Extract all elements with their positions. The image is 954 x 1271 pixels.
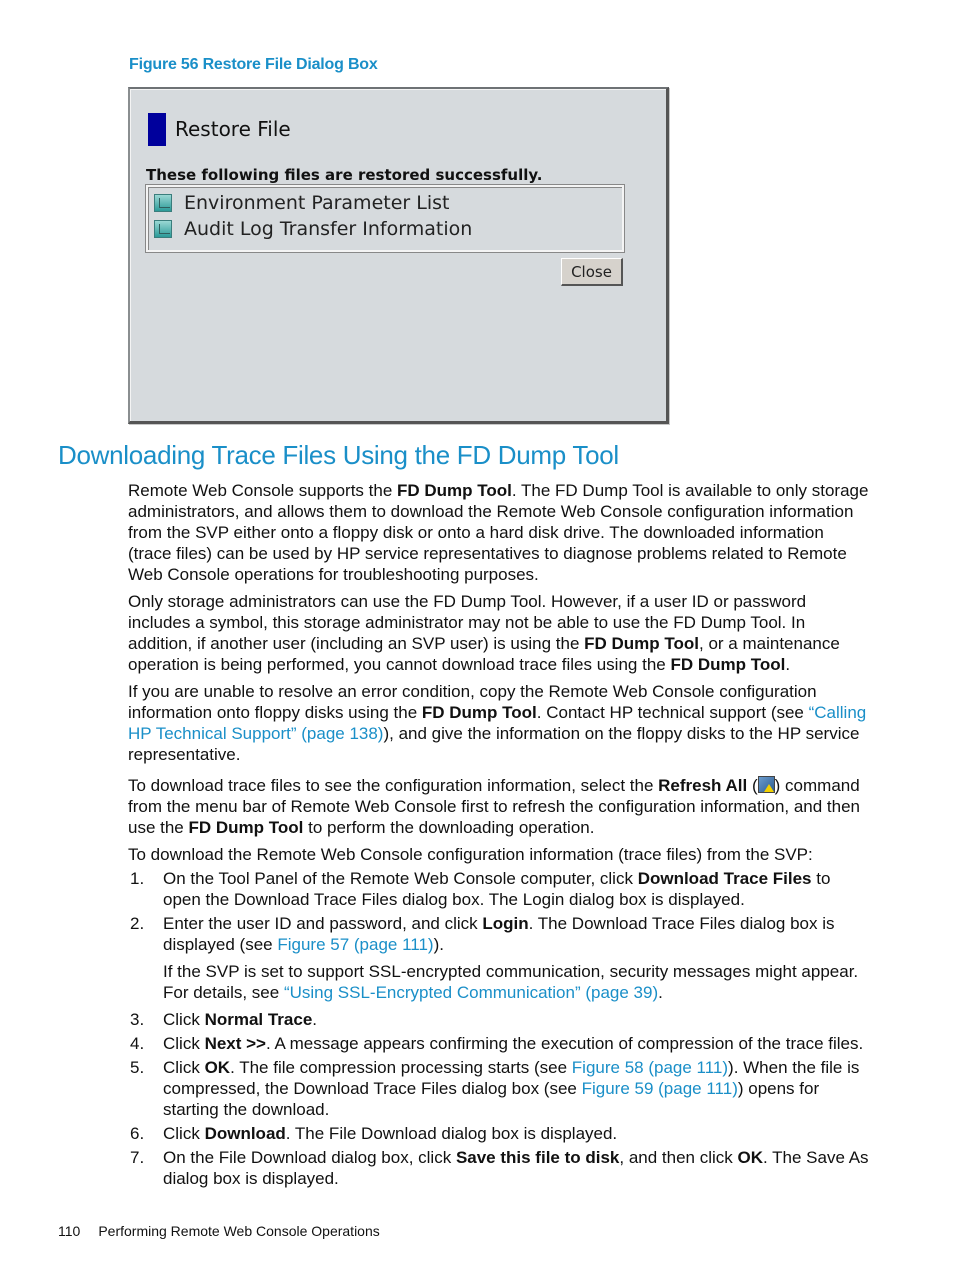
step-number: 4.	[130, 1034, 145, 1053]
restored-file-list: Environment Parameter List Audit Log Tra…	[145, 184, 625, 253]
page-footer: 110 Performing Remote Web Console Operati…	[58, 1223, 380, 1239]
file-icon	[154, 220, 172, 238]
dialog-message: These following files are restored succe…	[146, 166, 543, 184]
text: .	[785, 655, 791, 674]
section-body: Remote Web Console supports the FD Dump …	[128, 480, 870, 1192]
step: 5. Click OK. The file compression process…	[128, 1057, 870, 1120]
text: . The file compression processing starts…	[230, 1058, 572, 1077]
text: Click	[163, 1010, 205, 1029]
bold-term: OK	[204, 1058, 231, 1077]
text: .	[312, 1010, 318, 1029]
text: Remote Web Console supports the	[128, 481, 397, 500]
link-figure-59[interactable]: Figure 59 (page 111)	[582, 1079, 738, 1098]
text: .	[658, 983, 663, 1002]
step: 4. Click Next >>. A message appears confi…	[128, 1033, 870, 1054]
file-label: Environment Parameter List	[184, 192, 450, 214]
bold-term: Save this file to disk	[455, 1148, 620, 1167]
list-item[interactable]: Audit Log Transfer Information	[154, 217, 472, 241]
link-ssl-communication[interactable]: “Using SSL-Encrypted Communication” (pag…	[284, 983, 658, 1002]
bold-term: OK	[737, 1148, 764, 1167]
step-note: If the SVP is set to support SSL-encrypt…	[163, 961, 870, 1003]
file-icon	[154, 194, 172, 212]
link-figure-57[interactable]: Figure 57 (page 111)	[277, 935, 433, 954]
text: . The File Download dialog box is displa…	[285, 1124, 618, 1143]
paragraph: Remote Web Console supports the FD Dump …	[128, 480, 870, 585]
refresh-all-icon	[757, 776, 775, 793]
paragraph: If you are unable to resolve an error co…	[128, 681, 870, 765]
step: 6. Click Download. The File Download dial…	[128, 1123, 870, 1144]
text: Click	[163, 1058, 205, 1077]
bold-term: FD Dump Tool	[421, 703, 537, 722]
bold-term: FD Dump Tool	[188, 818, 304, 837]
paragraph: To download trace files to see the confi…	[128, 776, 861, 837]
bold-term: FD Dump Tool	[670, 655, 786, 674]
dialog-title: Restore File	[175, 117, 291, 141]
bold-term: Normal Trace	[204, 1010, 313, 1029]
bold-term: Download Trace Files	[637, 869, 812, 888]
text: To download trace files to see the confi…	[128, 776, 659, 795]
step: 1. On the Tool Panel of the Remote Web Co…	[128, 868, 870, 910]
step-number: 1.	[130, 869, 145, 888]
paragraph: Only storage administrators can use the …	[128, 591, 870, 675]
restore-file-dialog: Restore File These following files are r…	[128, 87, 669, 424]
paragraph: To download the Remote Web Console confi…	[128, 845, 813, 864]
bold-term: FD Dump Tool	[584, 634, 700, 653]
step: 3. Click Normal Trace.	[128, 1009, 870, 1030]
text: to perform the downloading operation.	[303, 818, 595, 837]
text: On the File Download dialog box, click	[163, 1148, 456, 1167]
text: . A message appears confirming the execu…	[266, 1034, 864, 1053]
step: 2. Enter the user ID and password, and cl…	[128, 913, 870, 1003]
step: 7. On the File Download dialog box, click…	[128, 1147, 870, 1189]
step-number: 7.	[130, 1148, 145, 1167]
bold-term: Next >>	[204, 1034, 266, 1053]
figure-caption: Figure 56 Restore File Dialog Box	[129, 56, 378, 73]
text: Enter the user ID and password, and clic…	[163, 914, 483, 933]
section-title: Downloading Trace Files Using the FD Dum…	[58, 440, 619, 470]
bold-term: Login	[482, 914, 529, 933]
step-number: 5.	[130, 1058, 145, 1077]
step-number: 6.	[130, 1124, 145, 1143]
list-item[interactable]: Environment Parameter List	[154, 191, 449, 215]
text: , and then click	[619, 1148, 738, 1167]
step-number: 3.	[130, 1010, 145, 1029]
bold-term: Download	[204, 1124, 286, 1143]
title-marker-icon	[148, 113, 166, 146]
text: ).	[433, 935, 444, 954]
text: Click	[163, 1124, 205, 1143]
bold-term: Refresh All	[658, 776, 748, 795]
bold-term: FD Dump Tool	[397, 481, 512, 500]
text: Click	[163, 1034, 205, 1053]
link-figure-58[interactable]: Figure 58 (page 111)	[572, 1058, 728, 1077]
page-number: 110	[58, 1223, 81, 1239]
steps-list: 1. On the Tool Panel of the Remote Web Co…	[128, 868, 870, 1189]
chapter-title: Performing Remote Web Console Operations	[98, 1223, 380, 1239]
close-button[interactable]: Close	[561, 258, 623, 286]
step-number: 2.	[130, 914, 145, 933]
text: On the Tool Panel of the Remote Web Cons…	[163, 869, 638, 888]
text: . Contact HP technical support (see	[536, 703, 809, 722]
file-label: Audit Log Transfer Information	[184, 218, 473, 240]
